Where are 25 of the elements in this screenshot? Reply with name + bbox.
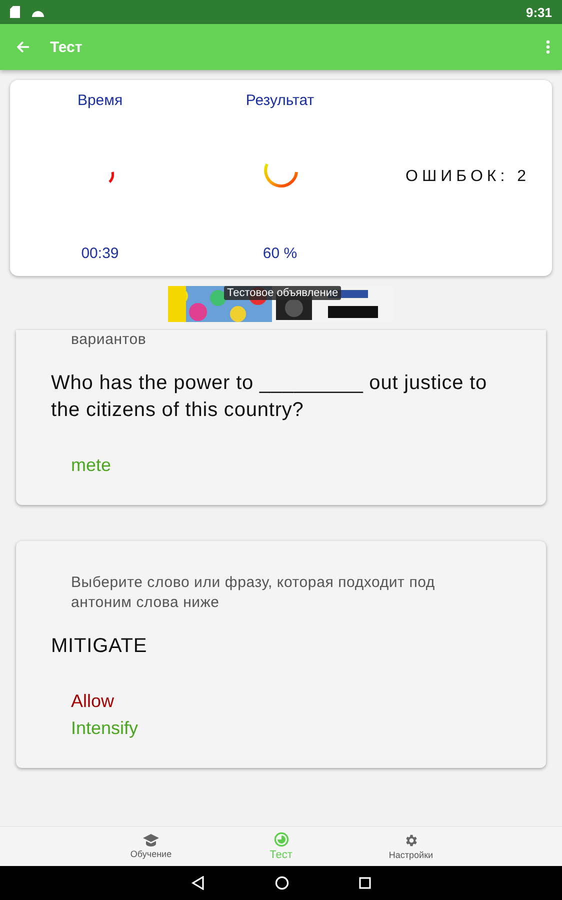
- nav-tab[interactable]: Настройки: [366, 827, 456, 866]
- sd-card-icon: [10, 6, 20, 18]
- error-count: ОШИБОК: 2: [406, 168, 530, 186]
- answer-text: Intensify: [71, 717, 140, 740]
- screen-title: Тест: [50, 38, 82, 56]
- back-triangle-icon[interactable]: [191, 876, 205, 890]
- question-text: Who has the power to _________ out justice to the citizens of this country?: [51, 371, 488, 423]
- graduation-cap-icon: [143, 834, 159, 847]
- question-text: MITIGATE: [51, 634, 148, 659]
- time-label: Время: [77, 92, 123, 109]
- ad-label-tooltip: Тестовое объявление: [224, 286, 342, 300]
- nav-tab[interactable]: Обучение: [106, 827, 196, 866]
- question-prompt: вариантов: [71, 330, 148, 350]
- pie-icon: [274, 832, 288, 847]
- time-value: 00:39: [81, 245, 119, 262]
- result-value: 60 %: [262, 245, 298, 262]
- settings-icon: [404, 833, 418, 848]
- recents-square-icon[interactable]: [359, 877, 371, 889]
- clock-time: 9:31: [526, 4, 552, 20]
- home-circle-icon[interactable]: [275, 876, 289, 890]
- answer-text: Allow: [71, 690, 116, 713]
- timer-arc-icon: [108, 171, 114, 183]
- question-prompt: Выберите слово или фразу, которая подходит под антоним слова ниже: [71, 573, 436, 613]
- answer-text: mete: [71, 454, 112, 477]
- result-label: Результат: [246, 92, 314, 109]
